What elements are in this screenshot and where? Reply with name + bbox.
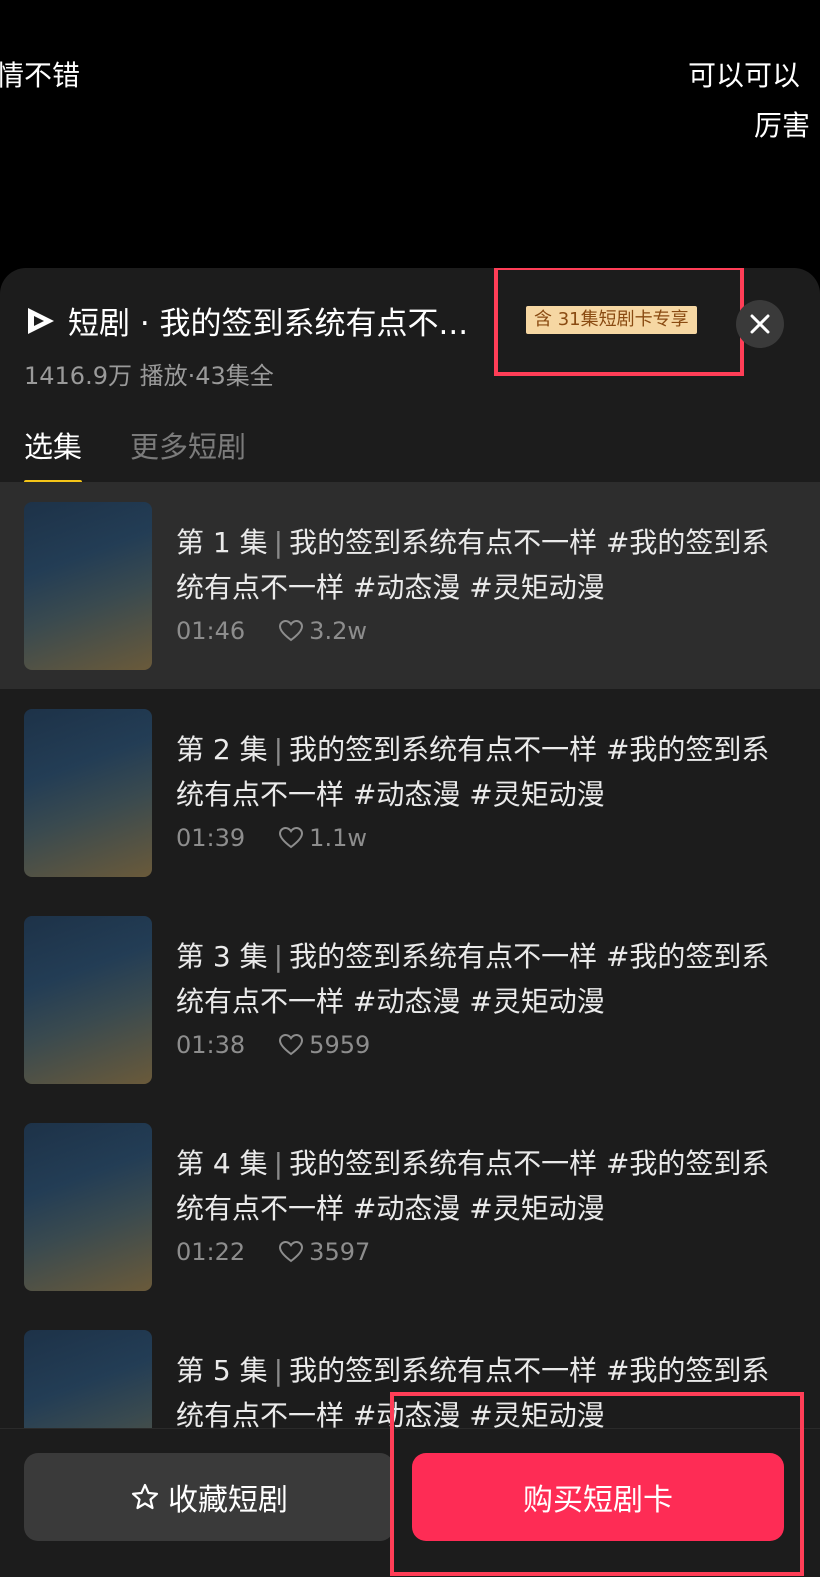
episode-number: 第 2 集 [176, 733, 268, 766]
close-button[interactable] [736, 300, 784, 348]
episode-duration: 01:46 [176, 617, 246, 645]
episode-meta: 01:39 1.1w [176, 824, 367, 852]
episode-title: 第 1 集 | 我的签到系统有点不一样 #我的签到系统有点不一样 #动态漫 #灵矩动… [176, 520, 796, 610]
episode-thumbnail [24, 1123, 152, 1291]
drama-title: 短剧 · 我的签到系统有点不... [68, 306, 469, 342]
likes-count: 1.1w [309, 824, 367, 852]
episode-item[interactable]: 第 2 集 | 我的签到系统有点不一样 #我的签到系统有点不一样 #动态漫 #灵矩动… [0, 689, 820, 896]
episode-item[interactable]: 第 1 集 | 我的签到系统有点不一样 #我的签到系统有点不一样 #动态漫 #灵矩动… [0, 482, 820, 689]
episode-thumbnail [24, 502, 152, 670]
episode-number: 第 3 集 [176, 940, 268, 973]
highlight-box [494, 268, 744, 376]
episode-item[interactable]: 第 4 集 | 我的签到系统有点不一样 #我的签到系统有点不一样 #动态漫 #灵矩动… [0, 1103, 820, 1310]
play-stats: 1416.9万 播放·43集全 [24, 362, 274, 390]
episode-title: 第 2 集 | 我的签到系统有点不一样 #我的签到系统有点不一样 #动态漫 #灵矩动… [176, 727, 796, 817]
star-icon [131, 1483, 159, 1510]
episode-item[interactable]: 第 3 集 | 我的签到系统有点不一样 #我的签到系统有点不一样 #动态漫 #灵矩动… [0, 896, 820, 1103]
separator: | [273, 733, 284, 766]
tab-more-dramas[interactable]: 更多短剧 [130, 424, 246, 484]
episode-likes: 5959 [279, 1031, 370, 1059]
episode-duration: 01:22 [176, 1238, 246, 1266]
episode-likes: 3597 [279, 1238, 370, 1266]
episode-likes: 3.2w [279, 617, 367, 645]
separator: | [273, 526, 284, 559]
episode-number: 第 5 集 [176, 1354, 268, 1387]
episode-meta: 01:38 5959 [176, 1031, 370, 1059]
favorite-button[interactable]: 收藏短剧 [24, 1453, 394, 1541]
episode-thumbnail [24, 709, 152, 877]
episode-meta: 01:46 3.2w [176, 617, 367, 645]
likes-count: 3597 [309, 1238, 371, 1266]
danmaku-comment: 可以可以 [688, 59, 801, 92]
episode-title: 第 3 集 | 我的签到系统有点不一样 #我的签到系统有点不一样 #动态漫 #灵矩动… [176, 934, 796, 1024]
likes-count: 5959 [309, 1031, 371, 1059]
sheet-header: 短剧 · 我的签到系统有点不... 含 31集短剧卡专享 1416.9万 播放·… [0, 268, 820, 484]
heart-icon [279, 620, 304, 642]
heart-icon [279, 1241, 304, 1263]
episode-title: 第 4 集 | 我的签到系统有点不一样 #我的签到系统有点不一样 #动态漫 #灵矩动… [176, 1141, 796, 1231]
episode-likes: 1.1w [279, 824, 367, 852]
separator: | [273, 1354, 284, 1387]
episode-number: 第 1 集 [176, 526, 268, 559]
episode-duration: 01:39 [176, 824, 246, 852]
separator: | [273, 1147, 284, 1180]
episode-sheet: 短剧 · 我的签到系统有点不... 含 31集短剧卡专享 1416.9万 播放·… [0, 268, 820, 1576]
episode-thumbnail [24, 916, 152, 1084]
favorite-label: 收藏短剧 [168, 1483, 288, 1518]
episode-number: 第 4 集 [176, 1147, 268, 1180]
episode-meta: 01:22 3597 [176, 1238, 370, 1266]
danmaku-comment: 情不错 [0, 59, 81, 92]
episode-duration: 01:38 [176, 1031, 246, 1059]
heart-icon [279, 1034, 304, 1056]
highlight-box [390, 1392, 804, 1576]
tab-bar: 选集 更多短剧 [24, 424, 246, 484]
danmaku-comment: 厉害 [754, 109, 811, 142]
short-drama-logo-icon [28, 308, 54, 334]
video-background: 情不错 可以可以 厉害 [0, 0, 820, 280]
episode-list: 第 1 集 | 我的签到系统有点不一样 #我的签到系统有点不一样 #动态漫 #灵矩动… [0, 482, 820, 1517]
separator: | [273, 940, 284, 973]
tab-episodes[interactable]: 选集 [24, 424, 83, 484]
heart-icon [279, 827, 304, 849]
likes-count: 3.2w [309, 617, 367, 645]
close-icon [750, 314, 770, 334]
